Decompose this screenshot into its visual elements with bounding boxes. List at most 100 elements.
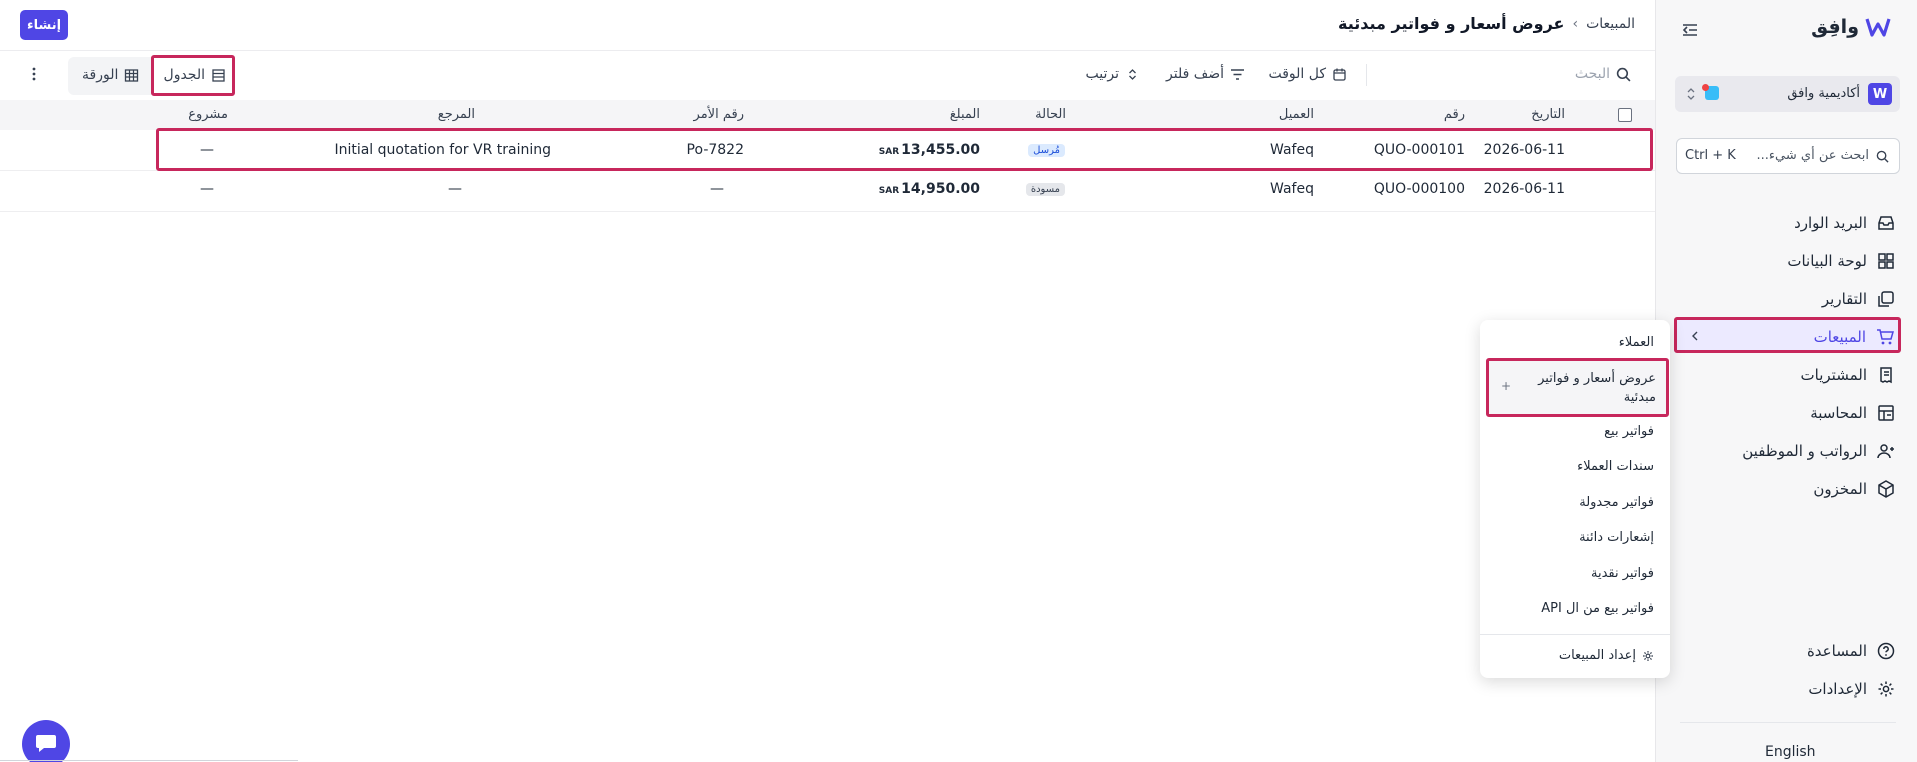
view-sheet-label: الورقة	[82, 67, 119, 83]
search-icon	[1876, 150, 1889, 163]
org-switcher[interactable]: W أكاديمية وافق	[1675, 76, 1900, 112]
global-search-input[interactable]: ابحث عن أي شيء... Ctrl + K	[1676, 138, 1900, 174]
sidebar-item-label: المشتريات	[1800, 366, 1867, 384]
select-all-checkbox[interactable]	[1618, 108, 1632, 122]
cell-number[interactable]: QUO-000100	[1374, 181, 1465, 197]
cell-reference: Initial quotation for VR training	[334, 142, 551, 158]
cell-customer: Wafeq	[1270, 142, 1314, 158]
accounting-icon	[1878, 405, 1894, 421]
column-header-reference[interactable]: المرجع	[438, 107, 475, 122]
sidebar-item-label: المساعدة	[1806, 642, 1867, 660]
bottom-edge-line	[0, 760, 298, 761]
sidebar-item-dashboard[interactable]: لوحة البيانات	[1787, 244, 1895, 278]
sidebar-item-label: الإعدادات	[1808, 680, 1867, 698]
cell-amount: SAR 14,950.00	[879, 181, 980, 197]
sidebar-item-settings[interactable]: الإعدادات	[1808, 672, 1895, 706]
sidebar-item-help[interactable]: المساعدة	[1807, 634, 1895, 668]
table-search-input[interactable]: البحث	[1440, 66, 1631, 82]
add-quotation-icon[interactable]: +	[1501, 379, 1511, 393]
sidebar-item-label: المبيعات	[1813, 328, 1866, 346]
chat-widget-button[interactable]	[22, 720, 70, 762]
submenu-item-credit-notes[interactable]: إشعارات دائنة	[1579, 530, 1654, 545]
column-header-amount[interactable]: المبلغ	[950, 107, 980, 122]
create-button[interactable]: إنشاء	[20, 10, 68, 40]
sidebar-item-accounting[interactable]: المحاسبة	[1810, 396, 1895, 430]
time-filter-label: كل الوقت	[1268, 66, 1326, 82]
cell-date: 2026-06-11	[1483, 142, 1565, 158]
view-sheet-button[interactable]: الورقة	[82, 67, 139, 83]
add-filter-label: أضف فلتر	[1166, 66, 1224, 82]
cart-icon	[1877, 329, 1894, 345]
sales-submenu: العملاء عروض أسعار و فواتير مبدئية + فوا…	[1480, 320, 1670, 678]
org-name: أكاديمية وافق	[1787, 86, 1860, 101]
chat-icon	[36, 735, 56, 752]
submenu-item-cash-invoices[interactable]: فواتير نقدية	[1591, 566, 1654, 581]
grid-icon	[125, 68, 139, 82]
filter-icon	[1231, 68, 1244, 80]
org-avatar: W	[1868, 83, 1892, 105]
amount-value: 13,455.00	[901, 142, 980, 158]
cell-order-no: Po-7822	[686, 142, 744, 158]
chevron-updown-icon	[1687, 88, 1695, 100]
sidebar-item-sales[interactable]: المبيعات	[1674, 317, 1901, 353]
sidebar-item-inbox[interactable]: البريد الوارد	[1794, 206, 1895, 240]
submenu-item-sales-invoices[interactable]: فواتير بيع	[1604, 424, 1654, 439]
cell-reference: —	[448, 181, 462, 197]
gear-icon	[1643, 650, 1653, 661]
submenu-item-api-invoices[interactable]: فواتير بيع من ال API	[1541, 601, 1654, 616]
column-header-status[interactable]: الحالة	[1035, 107, 1066, 122]
sidebar-item-label: البريد الوارد	[1794, 214, 1867, 232]
column-header-number[interactable]: رقم	[1444, 107, 1465, 122]
brand-name: وافِق	[1811, 16, 1859, 38]
column-header-project[interactable]: مشروع	[188, 107, 228, 122]
sort-button[interactable]: ترتيب	[1086, 66, 1141, 82]
sidebar-item-label: المحاسبة	[1810, 404, 1867, 422]
column-header-order-no[interactable]: رقم الأمر	[694, 107, 744, 122]
sidebar-item-purchases[interactable]: المشتريات	[1801, 358, 1895, 392]
amount-value: 14,950.00	[901, 181, 980, 197]
global-search-placeholder: ابحث عن أي شيء...	[1756, 148, 1869, 163]
column-header-customer[interactable]: العميل	[1279, 107, 1314, 122]
sidebar-item-reports[interactable]: التقارير	[1822, 282, 1895, 316]
currency-label: SAR	[878, 147, 900, 157]
view-table-button[interactable]: الجدول	[151, 55, 235, 96]
submenu-item-label: عروض أسعار و فواتير مبدئية	[1538, 371, 1656, 405]
sidebar-divider	[1680, 722, 1896, 723]
sort-label: ترتيب	[1085, 66, 1120, 82]
status-badge: مُرسل	[1028, 144, 1065, 157]
table-header-row	[0, 100, 1655, 130]
more-options-button[interactable]	[31, 66, 37, 86]
sidebar-item-label: التقارير	[1821, 290, 1867, 308]
toolbar-divider	[1366, 64, 1367, 86]
cell-project: —	[200, 142, 214, 158]
reports-icon	[1878, 291, 1894, 307]
submenu-item-quotations[interactable]: عروض أسعار و فواتير مبدئية +	[1486, 358, 1669, 417]
inbox-icon	[1878, 216, 1894, 230]
submenu-settings-label: إعداد المبيعات	[1558, 648, 1636, 663]
breadcrumb-parent[interactable]: المبيعات	[1586, 16, 1635, 32]
currency-label: SAR	[878, 186, 900, 196]
cell-number[interactable]: QUO-000101	[1374, 142, 1465, 158]
sidebar-item-inventory[interactable]: المخزون	[1813, 472, 1895, 506]
submenu-item-customer-receipts[interactable]: سندات العملاء	[1577, 459, 1654, 474]
sidebar: وافِق W أكاديمية وافق ابحث عن أي شيء... …	[1655, 0, 1917, 762]
sidebar-item-payroll[interactable]: الرواتب و الموظفين	[1742, 434, 1895, 468]
chevron-left-icon	[1692, 331, 1698, 341]
view-table-label: الجدول	[163, 67, 205, 83]
app-logo[interactable]: وافِق	[1811, 16, 1891, 38]
time-filter-button[interactable]: كل الوقت	[1268, 66, 1347, 82]
language-toggle[interactable]: English	[1765, 744, 1816, 760]
collapse-icon	[1682, 24, 1697, 36]
status-badge: مسودة	[1025, 183, 1065, 196]
submenu-item-customers[interactable]: العملاء	[1619, 335, 1654, 350]
collapse-sidebar-button[interactable]	[1681, 22, 1699, 42]
help-icon	[1877, 642, 1895, 660]
column-header-date[interactable]: التاريخ	[1531, 107, 1565, 122]
purchases-icon	[1880, 367, 1892, 384]
cell-order-no: —	[710, 181, 724, 197]
breadcrumb-separator: ›	[1572, 15, 1579, 32]
add-filter-button[interactable]: أضف فلتر	[1166, 66, 1245, 82]
submenu-sales-settings[interactable]: إعداد المبيعات	[1559, 648, 1654, 663]
submenu-item-scheduled-invoices[interactable]: فواتير مجدولة	[1579, 495, 1654, 510]
cell-project: —	[200, 181, 214, 197]
